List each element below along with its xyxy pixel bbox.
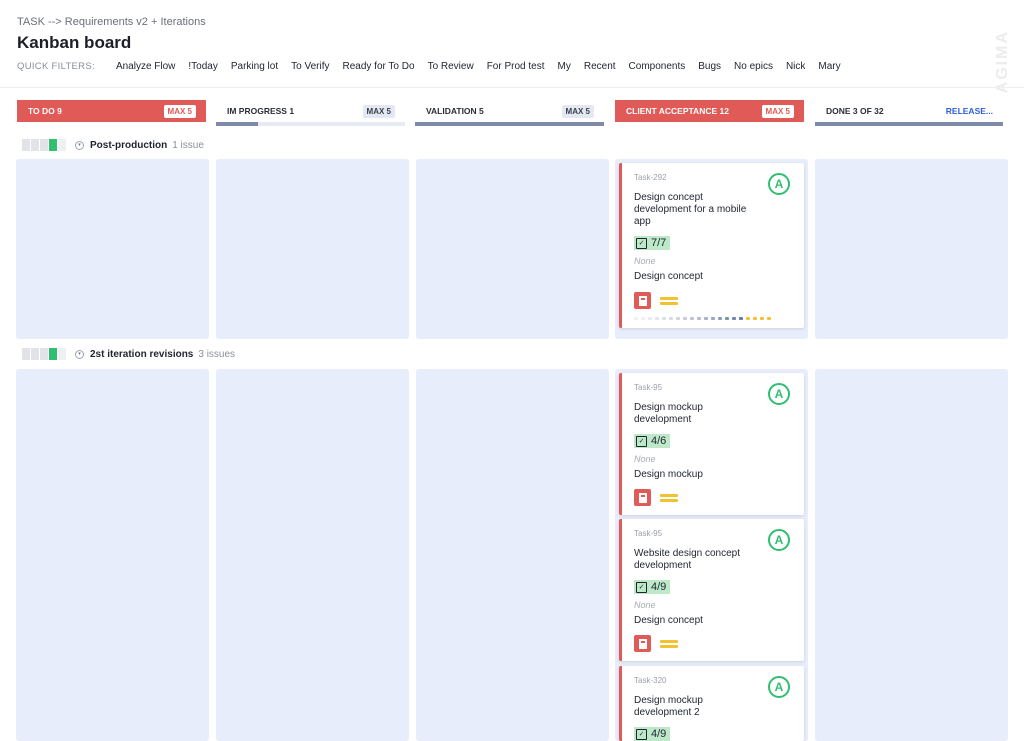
column-header-done[interactable]: DONE 3 OF 32 RELEASE... — [815, 100, 1003, 122]
swimlane-name: 2st iteration revisions — [90, 348, 194, 360]
column-progress-bar — [815, 122, 1003, 126]
agima-avatar-icon[interactable]: A — [768, 529, 790, 551]
page-title: Kanban board — [17, 33, 132, 52]
column-title: CLIENT ACCEPTANCE 12 — [626, 106, 729, 116]
quick-filter-recent[interactable]: Recent — [584, 61, 616, 72]
quick-filter-analyze-flow[interactable]: Analyze Flow — [116, 61, 175, 72]
issue-title: Design mockup development — [634, 402, 703, 425]
assignee-none: None — [634, 454, 656, 464]
checklist-count: 4/9 — [651, 581, 667, 593]
assignee-none: None — [634, 256, 656, 266]
checklist-badge: ✓ 4/9 — [634, 727, 671, 741]
checklist-count: 7/7 — [651, 237, 667, 249]
priority-medium-icon — [660, 494, 678, 502]
issue-key[interactable]: Task-95 — [634, 529, 662, 538]
assignee-none: None — [634, 600, 656, 610]
agima-watermark-logo: AGIMA — [994, 30, 1011, 94]
lane-cell[interactable] — [216, 369, 409, 741]
priority-medium-icon — [660, 297, 678, 305]
card-days-dots — [634, 317, 774, 320]
checklist-count: 4/6 — [651, 435, 667, 447]
checklist-badge: ✓ 7/7 — [634, 236, 671, 250]
agima-avatar-icon[interactable]: A — [768, 383, 790, 405]
issue-card[interactable]: Task-320 A Design mockup development 2 ✓… — [619, 666, 804, 741]
lane-cell[interactable] — [815, 369, 1008, 741]
quick-filters-label: QUICK FILTERS: — [17, 61, 95, 72]
checkbox-icon: ✓ — [636, 237, 647, 249]
release-link[interactable]: RELEASE... — [946, 106, 993, 116]
epic-label[interactable]: Design mockup — [634, 469, 703, 480]
quick-filter-bugs[interactable]: Bugs — [698, 61, 721, 72]
checklist-badge: ✓ 4/9 — [634, 580, 671, 594]
swimlane-name: Post-production — [90, 139, 168, 151]
epic-label[interactable]: Design concept — [634, 615, 703, 626]
issue-title: Design concept development for a mobile … — [634, 192, 747, 227]
issue-card[interactable]: Task-95 A Design mockup development ✓ 4/… — [619, 373, 804, 515]
quick-filter-my[interactable]: My — [558, 61, 571, 72]
quick-filter-components[interactable]: Components — [629, 61, 686, 72]
checkbox-icon: ✓ — [636, 728, 647, 740]
checklist-badge: ✓ 4/6 — [634, 434, 671, 448]
header-divider — [0, 87, 1024, 88]
lane-cell[interactable] — [416, 369, 609, 741]
issue-title: Design mockup development 2 — [634, 695, 703, 718]
checklist-count: 4/9 — [651, 728, 667, 740]
column-title: VALIDATION 5 — [426, 106, 484, 116]
swimlane-header-iteration-revisions[interactable]: ▾ 2st iteration revisions 3 issues — [22, 348, 235, 360]
column-title: IM PROGRESS 1 — [227, 106, 295, 116]
epic-label[interactable]: Design concept — [634, 271, 703, 282]
issue-title: Website design concept development — [634, 548, 740, 571]
swimlane-progress-icon — [22, 348, 67, 360]
quick-filter-today[interactable]: !Today — [188, 61, 217, 72]
quick-filter-for-prod-test[interactable]: For Prod test — [487, 61, 545, 72]
issue-key[interactable]: Task-320 — [634, 676, 666, 685]
column-progress-bar — [415, 122, 604, 126]
column-header-todo[interactable]: TO DO 9 MAX 5 — [17, 100, 206, 122]
lane-cell[interactable] — [16, 369, 209, 741]
column-progress-bar — [216, 122, 405, 126]
quick-filter-ready-for-to-do[interactable]: Ready for To Do — [342, 61, 414, 72]
checkbox-icon: ✓ — [636, 581, 647, 593]
bug-type-icon — [634, 292, 651, 309]
column-title: DONE 3 OF 32 — [826, 106, 884, 116]
quick-filter-to-verify[interactable]: To Verify — [291, 61, 329, 72]
swimlane-progress-icon — [22, 139, 67, 151]
agima-avatar-icon[interactable]: A — [768, 676, 790, 698]
quick-filters-bar: QUICK FILTERS: Analyze Flow !Today Parki… — [17, 61, 854, 72]
breadcrumb[interactable]: TASK --> Requirements v2 + Iterations — [17, 16, 206, 28]
lane-cell[interactable] — [416, 159, 609, 339]
column-header-validation[interactable]: VALIDATION 5 MAX 5 — [415, 100, 604, 122]
expand-toggle-icon[interactable]: ▾ — [75, 140, 84, 150]
lane-cell[interactable] — [16, 159, 209, 339]
bug-type-icon — [634, 635, 651, 652]
column-max-badge: MAX 5 — [362, 104, 395, 118]
swimlane-header-post-production[interactable]: ▾ Post-production 1 issue — [22, 139, 204, 151]
issue-key[interactable]: Task-95 — [634, 383, 662, 392]
quick-filter-parking-lot[interactable]: Parking lot — [231, 61, 278, 72]
quick-filter-nick[interactable]: Nick — [786, 61, 805, 72]
column-title: TO DO 9 — [28, 106, 62, 116]
lane-cell[interactable] — [216, 159, 409, 339]
quick-filter-no-epics[interactable]: No epics — [734, 61, 773, 72]
column-max-badge: MAX 5 — [163, 104, 196, 118]
quick-filter-to-review[interactable]: To Review — [428, 61, 474, 72]
issue-card[interactable]: Task-95 A Website design concept develop… — [619, 519, 804, 661]
column-max-badge: MAX 5 — [561, 104, 594, 118]
column-header-in-progress[interactable]: IM PROGRESS 1 MAX 5 — [216, 100, 405, 122]
lane-cell[interactable] — [815, 159, 1008, 339]
swimlane-count: 3 issues — [198, 348, 236, 360]
expand-toggle-icon[interactable]: ▾ — [75, 349, 84, 359]
column-header-client-acceptance[interactable]: CLIENT ACCEPTANCE 12 MAX 5 — [615, 100, 804, 122]
swimlane-count: 1 issue — [172, 139, 204, 151]
priority-medium-icon — [660, 640, 678, 648]
issue-card[interactable]: Task-292 A Design concept development fo… — [619, 163, 804, 328]
issue-key[interactable]: Task-292 — [634, 173, 666, 182]
quick-filter-mary[interactable]: Mary — [818, 61, 840, 72]
agima-avatar-icon[interactable]: A — [768, 173, 790, 195]
bug-type-icon — [634, 489, 651, 506]
checkbox-icon: ✓ — [636, 435, 647, 447]
column-max-badge: MAX 5 — [761, 104, 794, 118]
